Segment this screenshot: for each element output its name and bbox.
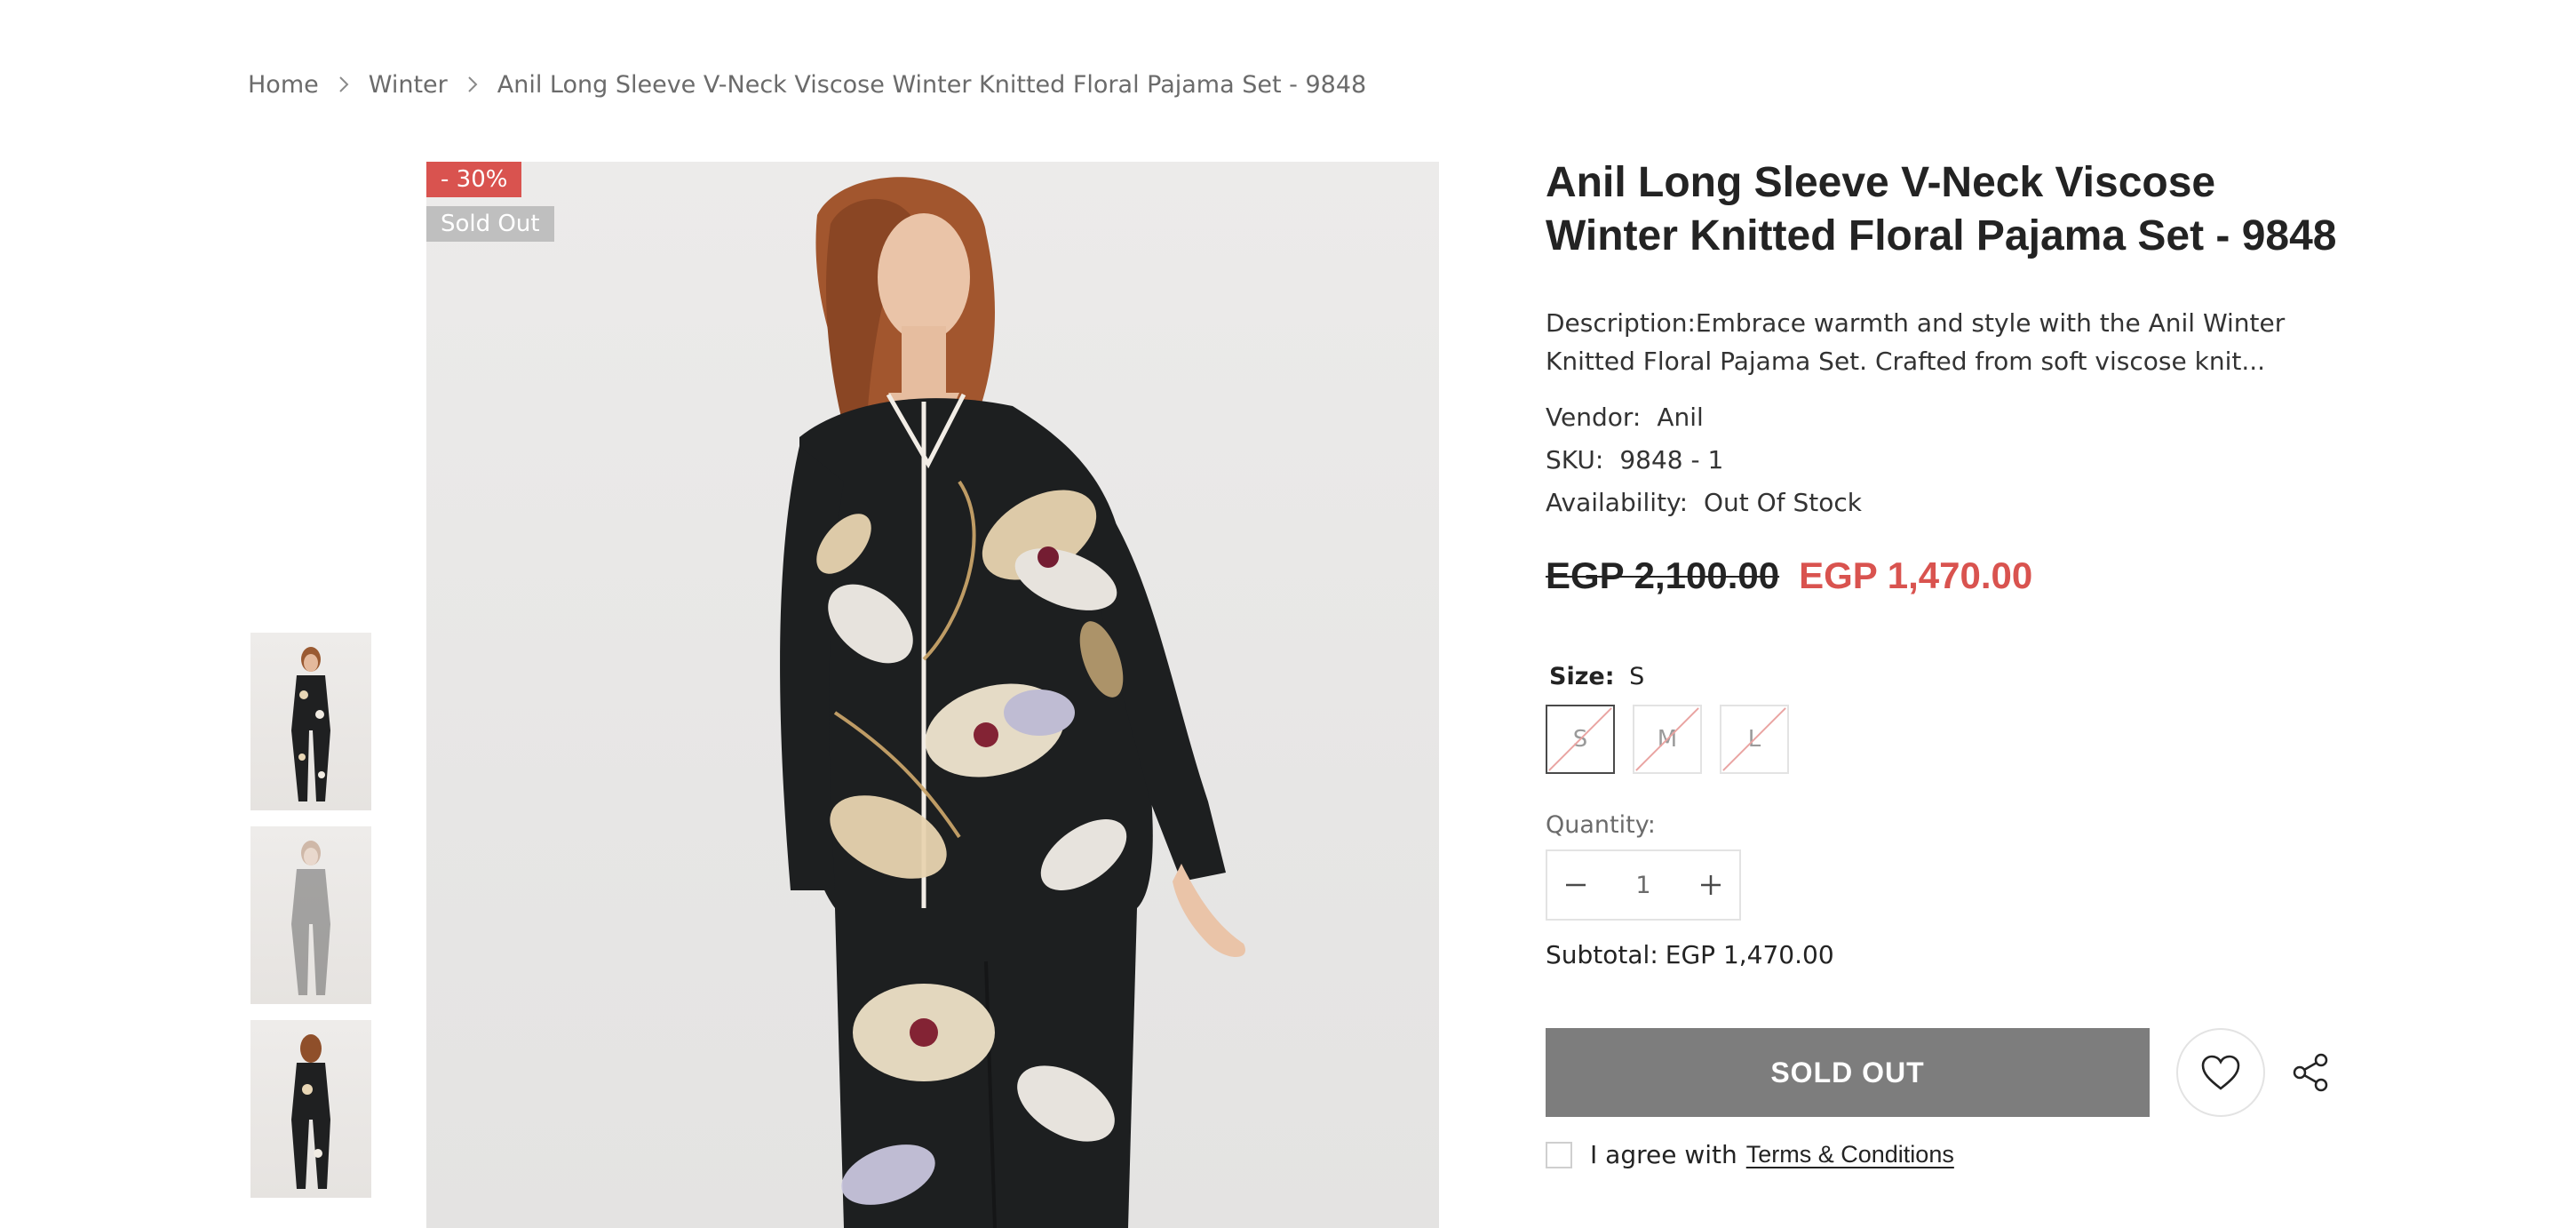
quantity-input[interactable] (1615, 870, 1672, 900)
sold-out-badge: Sold Out (426, 206, 554, 242)
subtotal-label: Subtotal: (1546, 940, 1658, 969)
wishlist-button[interactable] (2176, 1028, 2265, 1117)
thumbnail-front-alt[interactable] (250, 826, 371, 1004)
sale-badge: - 30% (426, 162, 522, 197)
unavailable-strike-icon (1722, 707, 1786, 771)
thumbnail-back[interactable] (250, 1020, 371, 1198)
size-selected-value: S (1629, 663, 1645, 690)
breadcrumb: Home Winter Anil Long Sleeve V-Neck Visc… (248, 64, 1366, 105)
agree-text: I agree with (1590, 1140, 1737, 1169)
plus-icon (1701, 875, 1721, 895)
original-price: EGP 2,100.00 (1546, 554, 1780, 596)
product-info: Anil Long Sleeve V-Neck Viscose Winter K… (1546, 156, 2345, 1169)
breadcrumb-home[interactable]: Home (248, 71, 319, 99)
unavailable-strike-icon (1548, 707, 1612, 771)
size-option-l[interactable]: L (1720, 705, 1789, 774)
breadcrumb-winter[interactable]: Winter (369, 71, 448, 99)
product-photo (780, 177, 1245, 1228)
minus-icon (1566, 883, 1586, 887)
product-title: Anil Long Sleeve V-Neck Viscose Winter K… (1546, 159, 2337, 259)
size-label: Size: (1549, 663, 1615, 690)
quantity-increase-button[interactable] (1682, 851, 1739, 919)
size-label-row: Size: S (1546, 663, 2345, 690)
subtotal-value: EGP 1,470.00 (1665, 940, 1834, 969)
availability-label: Availability: (1546, 488, 1689, 517)
quantity-stepper (1546, 849, 1741, 921)
vendor-value: Anil (1657, 403, 1704, 432)
sold-out-button[interactable]: SOLD OUT (1546, 1028, 2150, 1117)
heart-icon (2201, 1055, 2240, 1090)
price-row: EGP 2,100.00 EGP 1,470.00 (1546, 549, 2345, 602)
unavailable-strike-icon (1635, 707, 1699, 771)
vendor-label: Vendor: (1546, 403, 1642, 432)
sale-price: EGP 1,470.00 (1799, 554, 2033, 596)
share-icon[interactable] (2290, 1052, 2331, 1093)
availability-value: Out Of Stock (1704, 488, 1862, 517)
sku-value: 9848 - 1 (1619, 445, 1724, 474)
terms-checkbox[interactable] (1546, 1141, 1572, 1168)
chevron-right-icon (337, 75, 351, 94)
terms-link[interactable]: Terms & Conditions (1746, 1141, 1954, 1168)
purchase-actions: SOLD OUT (1546, 1028, 2345, 1117)
breadcrumb-current: Anil Long Sleeve V-Neck Viscose Winter K… (497, 70, 1367, 99)
subtotal-row: Subtotal: EGP 1,470.00 (1546, 940, 2345, 969)
chevron-right-icon (465, 75, 480, 94)
availability-row: Availability: Out Of Stock (1546, 482, 2345, 524)
size-option-s[interactable]: S (1546, 705, 1615, 774)
terms-agreement: I agree with Terms & Conditions (1546, 1140, 2345, 1169)
size-option-m[interactable]: M (1633, 705, 1702, 774)
product-main-image[interactable] (426, 162, 1439, 1228)
quantity-decrease-button[interactable] (1547, 851, 1604, 919)
quantity-label: Quantity: (1546, 811, 1656, 839)
sku-label: SKU: (1546, 445, 1604, 474)
thumbnail-list (250, 633, 371, 1214)
product-description: Description:Embrace warmth and style wit… (1546, 308, 2286, 376)
thumbnail-front[interactable] (250, 633, 371, 810)
sku-row: SKU: 9848 - 1 (1546, 439, 2345, 482)
vendor-row: Vendor: Anil (1546, 396, 2345, 439)
size-options: S M L (1546, 705, 2345, 774)
